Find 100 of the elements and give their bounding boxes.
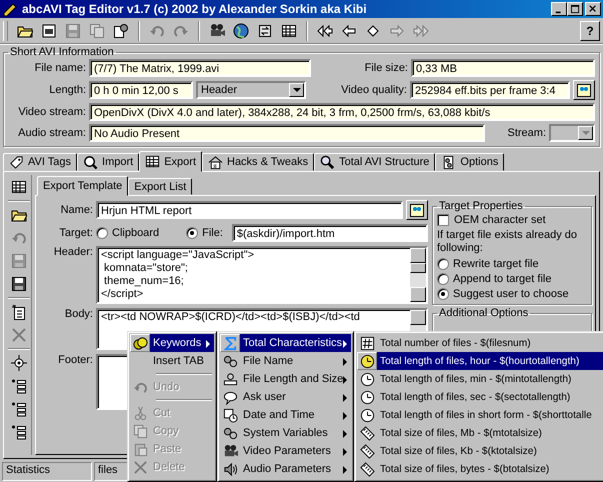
tab[interactable]: Total AVI Structure [314, 153, 436, 171]
length-field[interactable]: 0 h 0 min 12,00 s [89, 81, 193, 99]
double-right-arrow-icon [413, 22, 429, 38]
tab[interactable]: Options [435, 153, 504, 171]
radio-option[interactable]: File: [186, 227, 223, 239]
menu-item[interactable]: File Length and Size [220, 370, 351, 388]
calendar-clock-icon [222, 408, 238, 422]
table-icon [281, 22, 297, 38]
help-button[interactable]: ? [580, 20, 600, 40]
menu-item[interactable]: Insert TAB [130, 352, 214, 370]
double-left-arrow-icon [317, 22, 333, 38]
audio-stream-field[interactable]: No Audio Present [89, 124, 485, 142]
menu-item[interactable]: Total size of files, Kb - $(ktotalsize) [357, 442, 603, 460]
source-dropdown[interactable]: Header [196, 81, 306, 99]
menu-item[interactable]: Total length of files, min - $(mintotallength) [357, 370, 603, 388]
menu-item[interactable]: Total length of files in short form - $(shorttotalle [357, 406, 603, 424]
field-label: Video stream: [17, 106, 86, 118]
template-button[interactable] [406, 200, 428, 220]
notes-button[interactable] [573, 80, 595, 100]
list-icon [11, 424, 27, 440]
close-button[interactable] [585, 2, 601, 16]
window-title: abcAVI Tag Editor v1.7 (c) 2002 by Alexander Sorkin aka Kibi [22, 2, 368, 16]
tab[interactable]: Import [77, 153, 140, 171]
submenu-arrow-icon [343, 394, 347, 402]
menu-item[interactable]: Video Parameters [220, 442, 351, 460]
submenu-arrow-icon [206, 340, 210, 348]
group-title: Short AVI Information [9, 46, 115, 58]
file-name-field[interactable]: (7/7) The Matrix, 1999.avi [89, 59, 311, 77]
radio-option[interactable]: Clipboard [96, 227, 160, 239]
speaker-icon [222, 462, 238, 476]
diamond-icon [365, 22, 381, 38]
tab[interactable]: AVI Tags [3, 153, 78, 171]
tab[interactable]: Export [139, 151, 202, 172]
target-icon [11, 355, 27, 371]
field-label: Video quality: [340, 84, 407, 96]
menu-item[interactable]: Keywords [130, 334, 214, 352]
clock-icon [360, 372, 374, 386]
video-stream-field[interactable]: OpenDivX (DivX 4.0 and later), 384x288, 24 bit, 3 frm, 0,2500 frm/s, 63,088 kbit/s [89, 103, 595, 121]
target-file-field[interactable]: $(askdir)/import.htm [232, 224, 428, 242]
cross-icon [132, 460, 148, 474]
document-icon [41, 22, 57, 38]
table-icon [11, 179, 27, 195]
pages-icon [132, 424, 148, 438]
menu-item[interactable]: Date and Time [220, 406, 351, 424]
field-label: Footer: [57, 354, 93, 366]
group-title: Target Properties [438, 200, 524, 212]
video-quality-field[interactable]: 252984 eff.bits per frame 3:4 [410, 81, 570, 99]
radio-option[interactable]: Rewrite target file [437, 258, 581, 270]
menu-item[interactable]: Total length of files, sec - $(sectotallength) [357, 388, 603, 406]
header-text-area[interactable]: <script language="JavaScript"> komnata="store"; theme_num=16; </script> [96, 246, 428, 304]
target-button[interactable] [8, 353, 30, 373]
note-text: If target file exists already do following: [437, 229, 578, 255]
hash-icon [360, 336, 374, 350]
close-icon [589, 4, 597, 12]
menu-item[interactable]: File Name [220, 352, 351, 370]
tag-icon [9, 154, 24, 170]
field-label: Target: [58, 227, 93, 239]
list-icon [11, 378, 27, 394]
submenu-arrow-icon [343, 376, 347, 384]
clock-icon [360, 390, 374, 404]
tab[interactable]: Hacks & Tweaks [202, 153, 314, 171]
menu-item[interactable]: Total size of files, Mb - $(mtotalsize) [357, 424, 603, 442]
radio-option[interactable]: Suggest user to choose [437, 288, 581, 300]
menu-item[interactable]: Audio Parameters [220, 460, 351, 478]
menu-item[interactable]: Total length of files, hour - $(hourtotallength) [357, 352, 603, 370]
radio-option[interactable]: Append to target file [437, 273, 581, 285]
field-label: Body: [64, 308, 93, 320]
checkbox[interactable]: OEM character set [437, 214, 587, 226]
minimize-button[interactable] [551, 2, 567, 16]
submenu-arrow-icon [343, 412, 347, 420]
menu-item[interactable]: System Variables [220, 424, 351, 442]
file-size-field[interactable]: 0,33 MB [411, 59, 595, 77]
list-icon [11, 401, 27, 417]
speech-bubble-icon [222, 390, 238, 404]
status-pane: Statistics [2, 462, 92, 481]
field-label: Header: [52, 246, 93, 258]
submenu-arrow-icon [343, 340, 347, 348]
menu-item[interactable]: Ask user [220, 388, 351, 406]
globe-icon [233, 22, 249, 38]
left-arrow-icon [341, 22, 357, 38]
maximize-button[interactable] [567, 2, 583, 16]
field-label: File name: [34, 62, 86, 74]
pencil-icon [2, 1, 18, 17]
submenu-arrow-icon [343, 448, 347, 456]
clipboard-icon [132, 442, 148, 456]
tab[interactable]: Export List [128, 178, 192, 195]
undo-icon [11, 230, 27, 246]
new-document-icon [11, 304, 27, 320]
scissors-icon [132, 406, 148, 420]
magnifier-icon [320, 154, 336, 170]
clock-icon [360, 354, 374, 368]
field-label: Stream: [506, 127, 546, 139]
field-label: Name: [60, 204, 93, 216]
menu-item[interactable]: Total Characteristics [220, 334, 351, 352]
name-field[interactable]: Hrjun HTML report [96, 201, 403, 219]
submenu-arrow-icon [343, 466, 347, 474]
menu-item[interactable]: Total size of files, bytes - $(btotalsize) [357, 460, 603, 478]
table-icon [145, 154, 160, 169]
maximize-icon [570, 5, 580, 14]
tab[interactable]: Export Template [37, 176, 128, 196]
